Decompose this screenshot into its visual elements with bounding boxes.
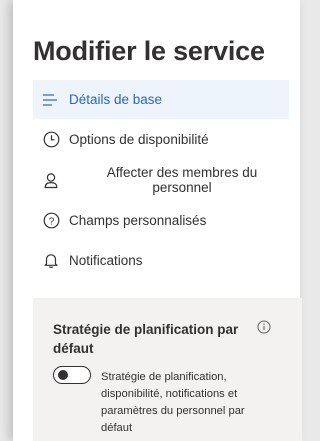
nav-item-label: Options de disponibilité — [69, 132, 209, 147]
nav-item-assign-staff[interactable]: Affecter des membres du personnel — [33, 160, 289, 200]
section-title: Stratégie de planification par défaut — [53, 322, 239, 356]
svg-text:?: ? — [48, 216, 54, 227]
default-scheduling-policy-section: Stratégie de planification par défaut St… — [33, 298, 302, 441]
default-policy-toggle[interactable] — [53, 366, 91, 384]
bell-icon — [42, 252, 60, 270]
list-lines-icon — [42, 91, 60, 109]
person-icon — [42, 171, 60, 189]
nav-item-label: Notifications — [69, 253, 143, 268]
nav-item-availability-options[interactable]: Options de disponibilité — [33, 120, 289, 159]
nav-item-notifications[interactable]: Notifications — [33, 241, 289, 280]
clock-icon — [42, 131, 60, 149]
nav-item-label: Détails de base — [69, 92, 163, 107]
edit-service-panel: Modifier le service Détails de base Opti… — [13, 0, 302, 441]
toggle-knob — [58, 370, 68, 380]
toggle-description: Stratégie de planification, disponibilit… — [101, 371, 245, 434]
nav-item-label: Affecter des membres du personnel — [106, 165, 258, 195]
question-circle-icon: ? — [42, 212, 60, 230]
nav-item-basic-details[interactable]: Détails de base — [33, 80, 289, 119]
side-nav: Détails de base Options de disponibilité… — [33, 80, 289, 281]
info-icon[interactable] — [257, 320, 271, 334]
page-title: Modifier le service — [33, 36, 265, 66]
nav-item-label: Champs personnalisés — [69, 213, 207, 228]
nav-item-custom-fields[interactable]: ? Champs personnalisés — [33, 201, 289, 240]
